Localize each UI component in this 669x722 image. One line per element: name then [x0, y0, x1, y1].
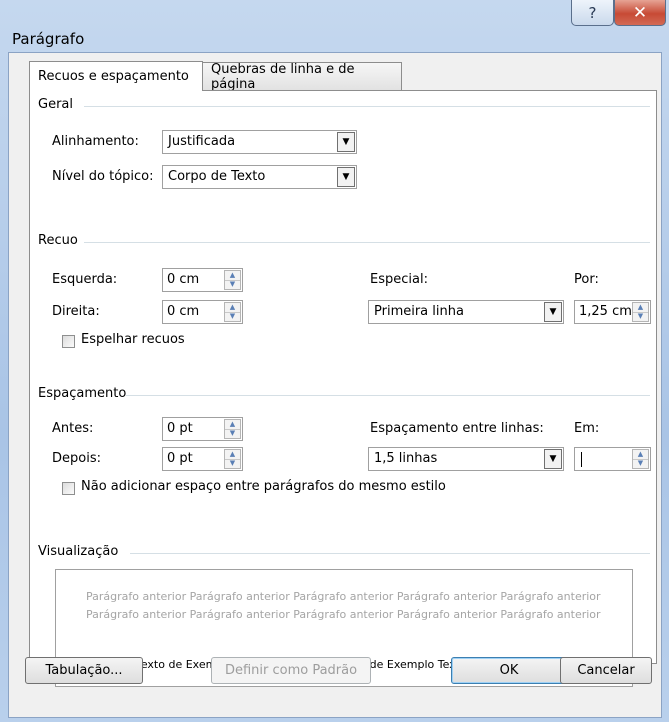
esquerda-spinner[interactable]: 0 cm ▲ ▼	[162, 268, 243, 292]
entre-linhas-value: 1,5 linhas	[374, 451, 438, 466]
entre-linhas-dropdown[interactable]: 1,5 linhas ▼	[368, 447, 564, 471]
esquerda-label: Esquerda:	[52, 272, 118, 287]
definir-como-padrao-label: Definir como Padrão	[224, 663, 358, 678]
tab-quebras-linha-pagina[interactable]: Quebras de linha e de página	[202, 61, 402, 92]
entre-linhas-label: Espaçamento entre linhas:	[370, 421, 544, 436]
tab-recuos-espacamento[interactable]: Recuos e espaçamento	[29, 61, 203, 91]
spin-up-icon[interactable]: ▲	[225, 271, 240, 280]
nao-adicionar-espaco-label: Não adicionar espaço entre parágrafos do…	[81, 479, 446, 494]
direita-spinner[interactable]: 0 cm ▲ ▼	[162, 300, 243, 324]
tab-panel: Geral Alinhamento: Justificada ▼ Nível d…	[29, 90, 657, 687]
ok-button[interactable]: OK	[451, 657, 567, 684]
spin-buttons: ▲ ▼	[224, 302, 241, 322]
spin-up-icon[interactable]: ▲	[633, 450, 648, 459]
text-cursor	[581, 452, 582, 467]
em-spinner[interactable]: ▲ ▼	[574, 447, 651, 471]
spin-down-icon[interactable]: ▼	[225, 428, 240, 439]
direita-label: Direita:	[52, 304, 100, 319]
nivel-topico-label: Nível do tópico:	[52, 169, 154, 184]
spin-down-icon[interactable]: ▼	[225, 279, 240, 290]
help-icon: ?	[588, 3, 597, 22]
section-divider	[84, 106, 650, 107]
antes-label: Antes:	[52, 421, 94, 436]
close-button[interactable]: ✕	[614, 0, 666, 26]
cancelar-button-label: Cancelar	[577, 663, 635, 678]
espelhar-recuos-label: Espelhar recuos	[81, 332, 185, 347]
especial-value: Primeira linha	[374, 304, 464, 319]
especial-label: Especial:	[370, 272, 428, 287]
close-icon: ✕	[632, 2, 648, 23]
dropdown-arrow-icon[interactable]: ▼	[544, 302, 562, 322]
section-recuo-title: Recuo	[38, 233, 78, 248]
por-value: 1,25 cm	[579, 304, 632, 319]
tabulacao-button[interactable]: Tabulação...	[25, 657, 143, 684]
section-espacamento-title: Espaçamento	[38, 386, 127, 401]
spin-buttons: ▲ ▼	[224, 449, 241, 469]
por-spinner[interactable]: 1,25 cm ▲ ▼	[574, 300, 651, 324]
antes-value: 0 pt	[167, 421, 193, 436]
spin-up-icon[interactable]: ▲	[225, 450, 240, 459]
title-bar[interactable]: Parágrafo ? ✕	[0, 0, 669, 58]
nivel-topico-value: Corpo de Texto	[168, 169, 266, 184]
antes-spinner[interactable]: 0 pt ▲ ▼	[162, 417, 243, 441]
spin-up-icon[interactable]: ▲	[633, 303, 648, 312]
em-label: Em:	[574, 421, 600, 436]
help-button[interactable]: ?	[571, 0, 614, 26]
depois-value: 0 pt	[167, 451, 193, 466]
section-visualizacao-title: Visualização	[38, 544, 119, 559]
direita-value: 0 cm	[167, 304, 200, 319]
spin-buttons: ▲ ▼	[224, 419, 241, 439]
alinhamento-dropdown[interactable]: Justificada ▼	[162, 130, 357, 154]
espelhar-recuos-checkbox[interactable]	[62, 335, 75, 348]
tab-label: Recuos e espaçamento	[38, 69, 189, 84]
esquerda-value: 0 cm	[167, 272, 200, 287]
por-label: Por:	[574, 272, 599, 287]
spin-buttons: ▲ ▼	[632, 449, 649, 469]
section-geral-title: Geral	[38, 97, 73, 112]
spin-buttons: ▲ ▼	[224, 270, 241, 290]
especial-dropdown[interactable]: Primeira linha ▼	[368, 300, 564, 324]
alinhamento-label: Alinhamento:	[52, 134, 139, 149]
section-divider	[130, 553, 650, 554]
preview-previous-paragraph: Parágrafo anterior Parágrafo anterior Pa…	[86, 590, 601, 621]
dropdown-arrow-icon[interactable]: ▼	[337, 167, 355, 187]
ok-button-label: OK	[499, 663, 519, 678]
tab-label: Quebras de linha e de página	[211, 61, 355, 92]
cancelar-button[interactable]: Cancelar	[560, 657, 652, 684]
spin-up-icon[interactable]: ▲	[225, 420, 240, 429]
section-divider	[84, 242, 650, 243]
spin-up-icon[interactable]: ▲	[225, 303, 240, 312]
spin-buttons: ▲ ▼	[632, 302, 649, 322]
dropdown-arrow-icon[interactable]: ▼	[544, 449, 562, 469]
spin-down-icon[interactable]: ▼	[633, 311, 648, 322]
dialog-window: Parágrafo ? ✕ Recuos e espaçamento Quebr…	[0, 0, 669, 722]
definir-como-padrao-button[interactable]: Definir como Padrão	[211, 657, 371, 684]
dropdown-arrow-icon[interactable]: ▼	[337, 132, 355, 152]
section-divider	[126, 395, 650, 396]
nivel-topico-dropdown[interactable]: Corpo de Texto ▼	[162, 165, 357, 189]
nao-adicionar-espaco-checkbox[interactable]	[62, 482, 75, 495]
depois-label: Depois:	[52, 451, 101, 466]
dialog-client: Recuos e espaçamento Quebras de linha e …	[8, 52, 662, 718]
depois-spinner[interactable]: 0 pt ▲ ▼	[162, 447, 243, 471]
tabulacao-button-label: Tabulação...	[45, 663, 123, 678]
spin-down-icon[interactable]: ▼	[225, 458, 240, 469]
window-title: Parágrafo	[12, 30, 85, 48]
spin-down-icon[interactable]: ▼	[633, 458, 648, 469]
spin-down-icon[interactable]: ▼	[225, 311, 240, 322]
alinhamento-value: Justificada	[168, 134, 236, 149]
